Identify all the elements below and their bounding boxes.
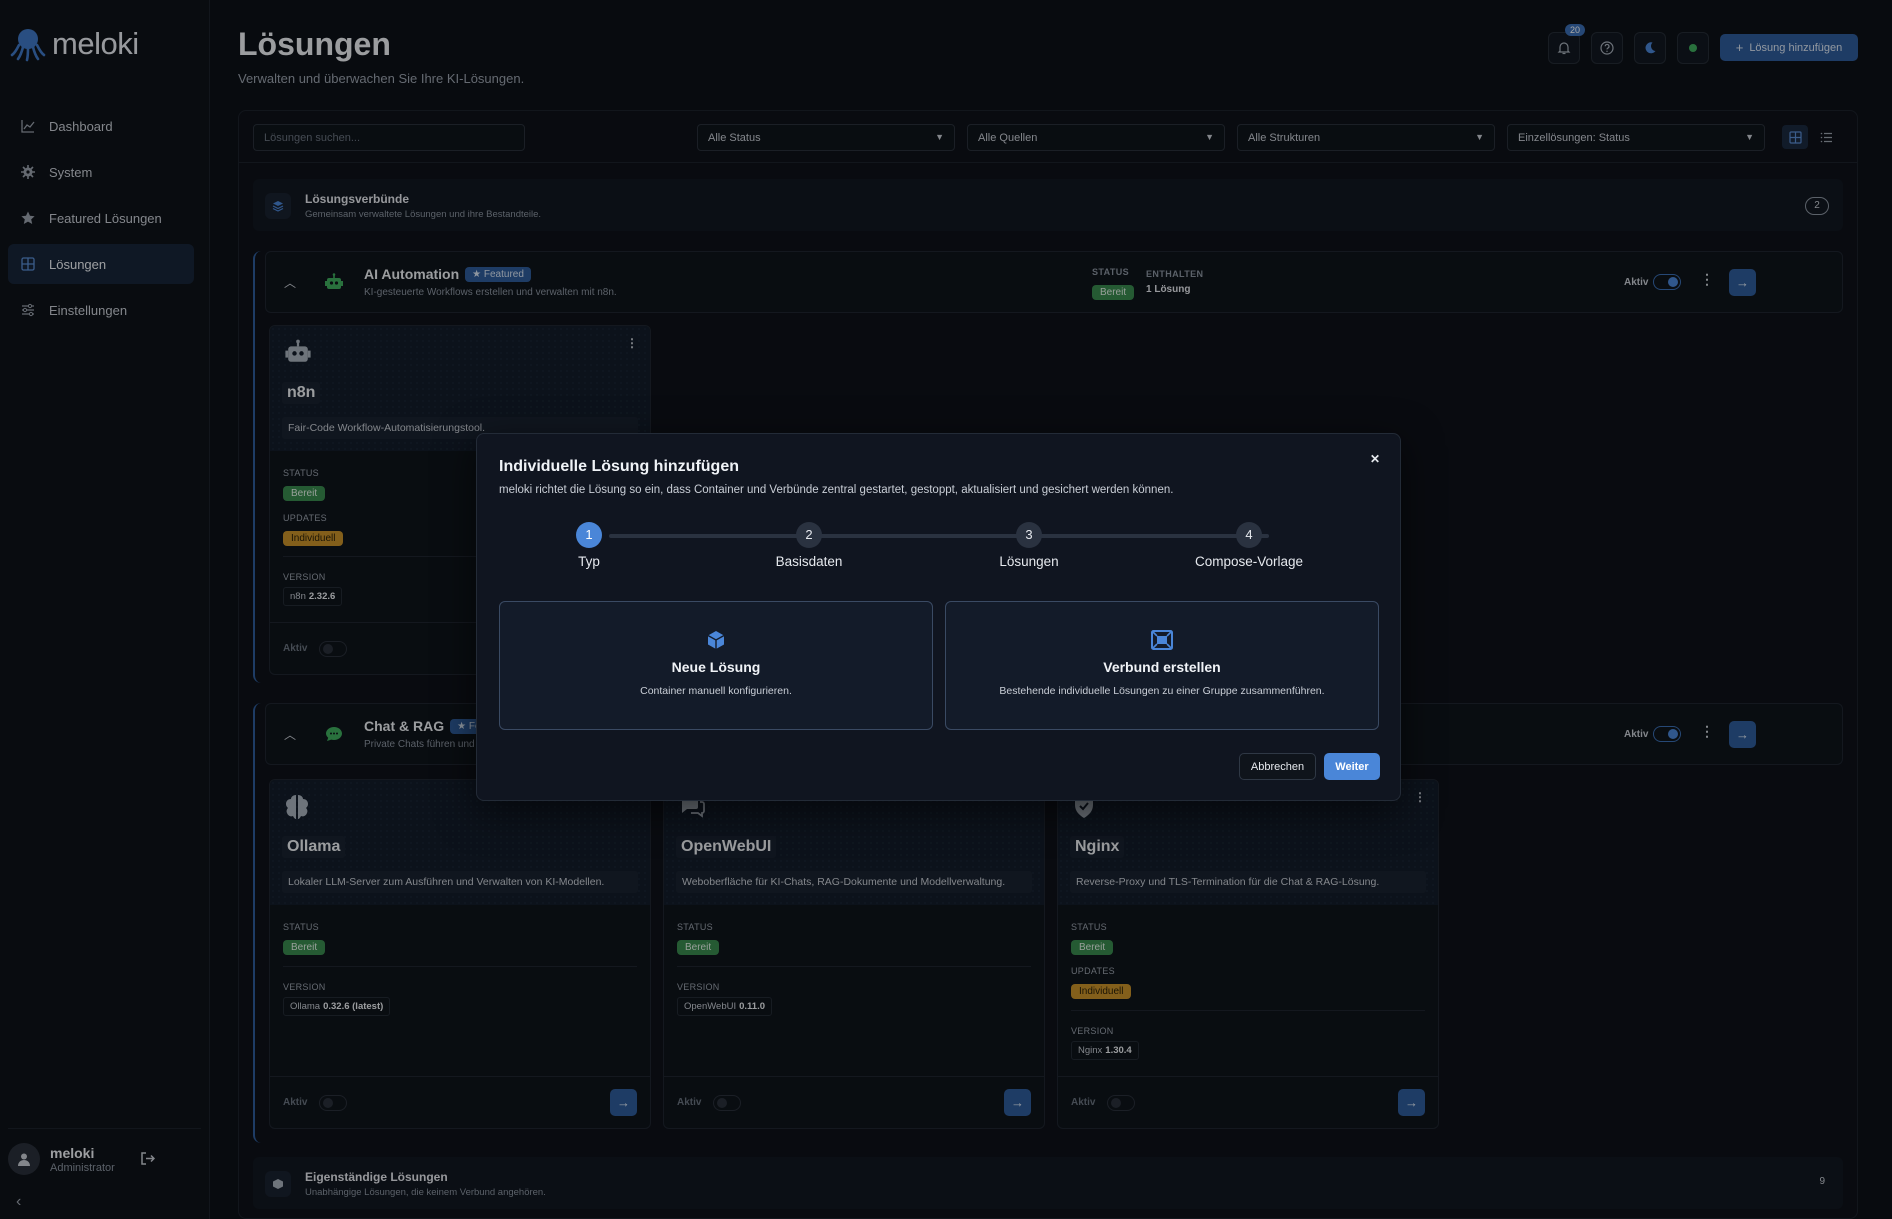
step-label: Lösungen bbox=[999, 554, 1059, 569]
step-label: Typ bbox=[578, 554, 600, 569]
step-number: 2 bbox=[796, 522, 822, 548]
stepper-track bbox=[609, 534, 1269, 538]
cancel-button[interactable]: Abbrechen bbox=[1239, 753, 1316, 780]
next-button[interactable]: Weiter bbox=[1324, 753, 1380, 780]
close-icon[interactable]: ✕ bbox=[1370, 452, 1380, 466]
step-number: 1 bbox=[576, 522, 602, 548]
add-solution-dialog: Individuelle Lösung hinzufügen meloki ri… bbox=[476, 433, 1401, 801]
step-loesungen[interactable]: 3 Lösungen bbox=[959, 522, 1099, 569]
step-number: 3 bbox=[1016, 522, 1042, 548]
step-number: 4 bbox=[1236, 522, 1262, 548]
choice-new-solution[interactable]: Neue Lösung Container manuell konfigurie… bbox=[499, 601, 933, 730]
choice-subtitle: Container manuell konfigurieren. bbox=[640, 685, 792, 697]
cube-icon bbox=[500, 629, 932, 651]
step-basisdaten[interactable]: 2 Basisdaten bbox=[739, 522, 879, 569]
step-label: Compose-Vorlage bbox=[1194, 554, 1304, 569]
choice-subtitle: Bestehende individuelle Lösungen zu eine… bbox=[999, 685, 1325, 697]
dialog-description: meloki richtet die Lösung so ein, dass C… bbox=[499, 484, 1174, 496]
group-icon bbox=[946, 629, 1378, 651]
choice-create-compound[interactable]: Verbund erstellen Bestehende individuell… bbox=[945, 601, 1379, 730]
dialog-title: Individuelle Lösung hinzufügen bbox=[499, 458, 739, 475]
choice-title: Verbund erstellen bbox=[1103, 659, 1221, 675]
step-label: Basisdaten bbox=[775, 554, 843, 569]
step-compose-vorlage[interactable]: 4 Compose-Vorlage bbox=[1179, 522, 1319, 569]
choice-title: Neue Lösung bbox=[671, 659, 761, 675]
step-typ[interactable]: 1 Typ bbox=[519, 522, 659, 569]
